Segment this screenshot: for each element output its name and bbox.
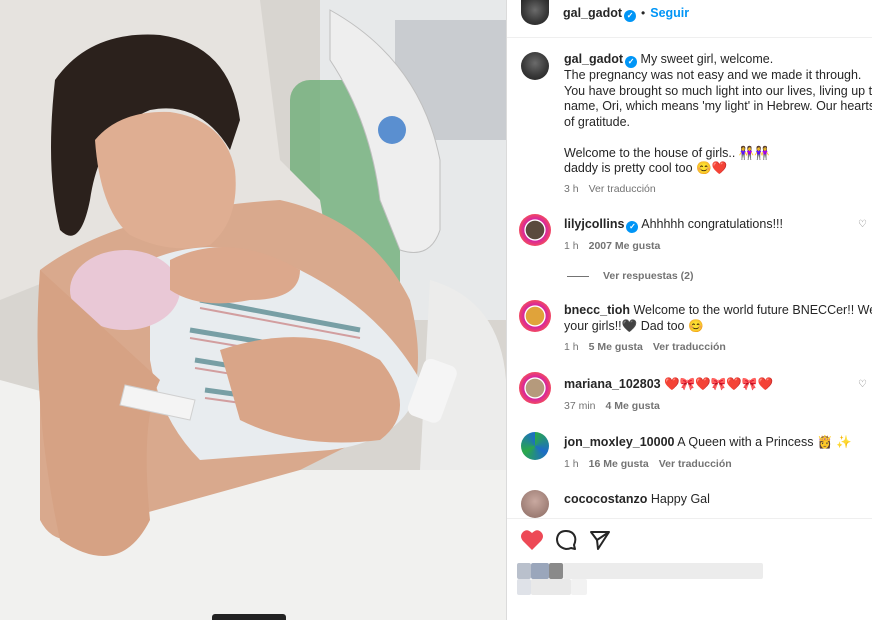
comment-like-icon[interactable]: ♡ <box>858 379 867 390</box>
likes-summary-blurred <box>571 579 587 595</box>
verified-badge-icon: ✓ <box>625 56 638 68</box>
comment-time: 1 h <box>564 240 579 252</box>
comment-row: bnecc_tioh Welcome to the world future B… <box>507 298 872 360</box>
view-replies-label[interactable]: Ver respuestas (2) <box>603 270 693 282</box>
comment-translate-link[interactable]: Ver traducción <box>659 458 732 470</box>
comment-username[interactable]: cococostanzo <box>564 492 647 506</box>
comment-avatar[interactable] <box>521 490 549 518</box>
comment-meta: 1 h 2007 Me gusta <box>564 240 670 252</box>
comment-likes[interactable]: 4 Me gusta <box>606 400 660 412</box>
likes-summary-blurred <box>531 579 571 595</box>
caption-body: gal_gadot ✓ My sweet girl, welcome. The p… <box>564 52 872 177</box>
comment-translate-link[interactable]: Ver traducción <box>653 341 726 353</box>
comment-likes[interactable]: 16 Me gusta <box>589 458 649 470</box>
send-icon[interactable] <box>589 529 611 556</box>
caption-line: The pregnancy was not easy and we made i… <box>564 68 862 82</box>
comment-body: lilyjcollins ✓ Ahhhhh congratulations!!! <box>564 217 783 233</box>
caption-line: My sweet girl, welcome. <box>640 52 774 66</box>
comment-avatar[interactable] <box>519 372 551 404</box>
comment-username[interactable]: lilyjcollins <box>564 217 624 231</box>
comment-body: bnecc_tioh Welcome to the world future B… <box>564 303 872 334</box>
comment-row: mariana_102803 ❤️🎀❤️🎀❤️🎀❤️ ♡ 37 min 4 Me … <box>507 372 872 422</box>
comment-username[interactable]: mariana_102803 <box>564 377 661 391</box>
action-bar <box>507 518 872 620</box>
comment-time: 1 h <box>564 458 579 470</box>
post-photo-illustration <box>0 0 506 620</box>
post-photo[interactable] <box>0 0 506 620</box>
caption-username[interactable]: gal_gadot <box>564 52 623 66</box>
comment-row: cococostanzo Happy Gal <box>507 488 872 518</box>
comment-avatar[interactable] <box>519 214 551 246</box>
caption-line: Welcome to the house of girls.. 👭👭 <box>564 145 770 160</box>
comment-like-icon[interactable]: ♡ <box>858 219 867 230</box>
comment-body: jon_moxley_10000 A Queen with a Princess… <box>564 435 852 451</box>
comment-time: 1 h <box>564 341 579 353</box>
photo-scroll-handle <box>212 614 286 620</box>
comment-body: cococostanzo Happy Gal <box>564 492 710 508</box>
caption-line: name, Ori, which means 'my light' in Heb… <box>564 99 872 113</box>
caption-line: You have brought so much light into our … <box>564 83 872 98</box>
likers-avatar <box>517 563 531 579</box>
comment-text: Ahhhhh congratulations!!! <box>641 217 784 231</box>
comment-text: Welcome to the world future BNECCer!! We… <box>633 303 872 317</box>
comment-avatar[interactable] <box>519 300 551 332</box>
comment-text: A Queen with a Princess 👸 ✨ <box>677 435 852 449</box>
caption-line: daddy is pretty cool too 😊❤️ <box>564 161 728 175</box>
verified-badge-icon: ✓ <box>626 221 639 233</box>
comment-likes[interactable]: 5 Me gusta <box>589 341 643 353</box>
comment-avatar[interactable] <box>521 432 549 460</box>
comment-meta: 1 h 16 Me gusta Ver traducción <box>564 458 742 470</box>
comment-meta: 37 min 4 Me gusta <box>564 400 670 412</box>
follow-button[interactable]: Seguir <box>650 6 689 20</box>
caption-line: of gratitude. <box>564 114 631 129</box>
comment-row: jon_moxley_10000 A Queen with a Princess… <box>507 430 872 480</box>
author-username[interactable]: gal_gadot <box>563 6 622 20</box>
likers-avatar <box>549 563 563 579</box>
comment-row: lilyjcollins ✓ Ahhhhh congratulations!!! … <box>507 212 872 292</box>
comment-username[interactable]: jon_moxley_10000 <box>564 435 675 449</box>
likes-summary-blurred <box>563 563 763 579</box>
comment-meta: 1 h 5 Me gusta Ver traducción <box>564 341 736 353</box>
comment-username[interactable]: bnecc_tioh <box>564 303 630 317</box>
caption-avatar[interactable] <box>521 52 549 80</box>
caption: gal_gadot ✓ My sweet girl, welcome. The p… <box>507 50 872 200</box>
comment-likes[interactable]: 2007 Me gusta <box>589 240 661 252</box>
comment-time: 37 min <box>564 400 596 412</box>
separator-dot: • <box>641 6 646 20</box>
replies-line <box>567 275 589 277</box>
view-replies[interactable]: Ver respuestas (2) <box>567 270 693 282</box>
comment-icon[interactable] <box>555 529 577 556</box>
caption-meta: 3 h Ver traducción <box>564 183 666 195</box>
caption-time: 3 h <box>564 183 579 195</box>
post-panel: gal_gadot ✓ • Seguir gal_gadot ✓ My sweet gi… <box>506 0 872 620</box>
comment-text: your girls!!🖤 Dad too 😊 <box>564 318 704 333</box>
comment-body: mariana_102803 ❤️🎀❤️🎀❤️🎀❤️ <box>564 377 773 393</box>
verified-badge-icon: ✓ <box>624 10 637 22</box>
comment-text: Happy Gal <box>650 492 710 506</box>
likers-avatar <box>531 563 549 579</box>
author-avatar[interactable] <box>521 0 549 25</box>
post-header: gal_gadot ✓ • Seguir <box>507 0 872 38</box>
header-user: gal_gadot ✓ • Seguir <box>563 4 689 22</box>
likers-avatar <box>517 579 531 595</box>
comment-text: ❤️🎀❤️🎀❤️🎀❤️ <box>664 377 774 391</box>
caption-translate-link[interactable]: Ver traducción <box>589 183 656 195</box>
heart-filled-icon[interactable] <box>520 529 544 556</box>
